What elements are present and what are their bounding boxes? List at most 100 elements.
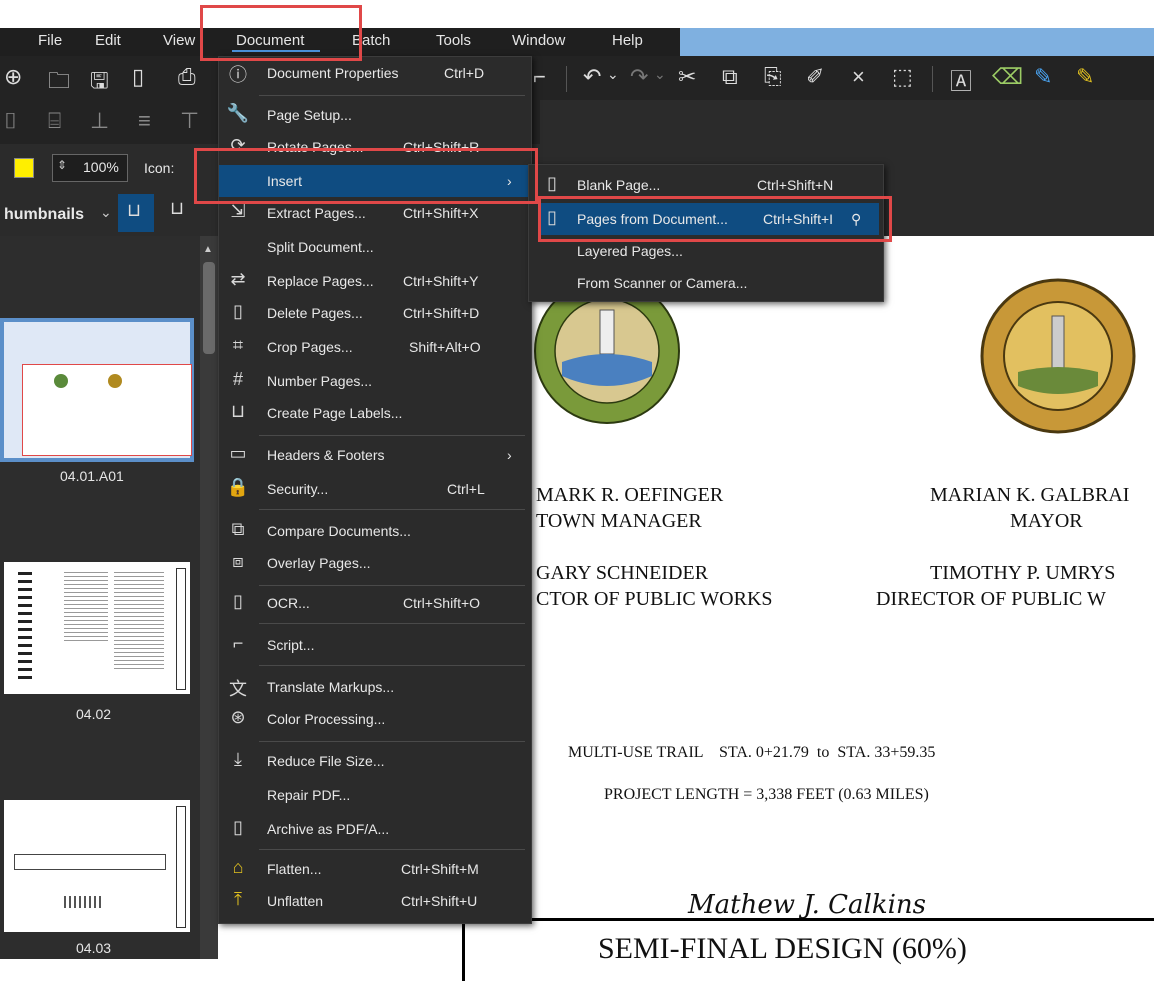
annotation-highlight-document-menu bbox=[200, 5, 362, 61]
menu-item-compare-documents[interactable]: ⧉ Compare Documents... bbox=[219, 515, 531, 547]
thumbnail-page-2[interactable] bbox=[4, 562, 190, 694]
thumbnail-label: 04.02 bbox=[76, 706, 112, 722]
scroll-up-icon[interactable]: ▲ bbox=[203, 244, 213, 255]
menu-item-security[interactable]: 🔒 Security... Ctrl+L bbox=[219, 473, 531, 505]
signer-name: MARIAN K. GALBRAI bbox=[930, 484, 1130, 506]
unflatten-icon: ⤒ bbox=[234, 889, 242, 909]
ocr-icon: ▯ bbox=[233, 591, 243, 611]
menu-item-headers-footers[interactable]: ▭ Headers & Footers › bbox=[219, 439, 531, 471]
redo-icon[interactable]: ↷ bbox=[630, 64, 648, 90]
menu-item-crop-pages[interactable]: ⌗ Crop Pages... Shift+Alt+O bbox=[219, 331, 531, 363]
distribute-icon[interactable]: ⊥ bbox=[90, 108, 109, 134]
thumbnail-content bbox=[64, 896, 104, 908]
menu-separator bbox=[259, 623, 525, 624]
menu-item-page-setup[interactable]: 🔧 Page Setup... bbox=[219, 99, 531, 131]
print-icon[interactable]: ⎙ bbox=[178, 64, 196, 90]
align-icon[interactable]: ≡ bbox=[138, 108, 151, 134]
overlay-icon: ⧈ bbox=[232, 551, 244, 571]
delete-icon[interactable]: × bbox=[852, 64, 865, 90]
page-icon[interactable]: ▯ bbox=[132, 64, 144, 90]
page-thumbnail-icon: ⊔ bbox=[127, 200, 142, 220]
align-top-icon[interactable]: ⊤ bbox=[180, 108, 199, 134]
menu-tools[interactable]: Tools bbox=[436, 32, 471, 49]
page-label-tool-icon[interactable]: ⊔ bbox=[170, 198, 184, 219]
save-icon[interactable]: 🖫 bbox=[90, 64, 109, 102]
cut-icon[interactable]: ✂ bbox=[678, 64, 696, 90]
thumbnail-view-button[interactable]: ⊔ bbox=[118, 194, 154, 232]
copy-icon[interactable]: ⧉ bbox=[722, 64, 738, 90]
chevron-down-icon[interactable]: ⌄ bbox=[607, 66, 619, 83]
menu-edit[interactable]: Edit bbox=[95, 32, 121, 49]
menu-window[interactable]: Window bbox=[512, 32, 565, 49]
menu-item-repair-pdf[interactable]: Repair PDF... bbox=[219, 779, 531, 811]
menu-separator bbox=[259, 509, 525, 510]
panel-title: humbnails bbox=[4, 206, 85, 223]
menu-item-translate-markups[interactable]: 文 Translate Markups... bbox=[219, 671, 531, 703]
pen-icon[interactable]: ✎ bbox=[1034, 64, 1052, 90]
compare-icon: ⧉ bbox=[231, 519, 245, 539]
format-painter-icon[interactable]: ✐ bbox=[806, 64, 824, 90]
chevron-right-icon: › bbox=[507, 447, 512, 463]
open-folder-icon[interactable]: 🗀 bbox=[48, 64, 70, 102]
trail-stations: MULTI-USE TRAIL STA. 0+21.79 to STA. 33+… bbox=[568, 744, 936, 761]
menu-item-ocr[interactable]: ▯ OCR... Ctrl+Shift+O bbox=[219, 587, 531, 619]
menu-item-create-page-labels[interactable]: ⊔ Create Page Labels... bbox=[219, 397, 531, 429]
new-icon[interactable]: ⊕ bbox=[4, 64, 22, 90]
menu-separator bbox=[259, 95, 525, 96]
info-icon: ⓘ bbox=[229, 65, 247, 85]
menu-item-archive-pdfa[interactable]: ▯ Archive as PDF/A... bbox=[219, 813, 531, 845]
eraser-icon[interactable]: ⌫ bbox=[992, 64, 1023, 90]
menu-item-script[interactable]: ⌐ Script... bbox=[219, 629, 531, 661]
scrollbar-thumb[interactable] bbox=[203, 262, 215, 354]
main-toolbar bbox=[0, 56, 1154, 100]
thumbnail-content bbox=[176, 806, 186, 928]
thumbnail-content bbox=[64, 572, 108, 642]
thumbnail-page-3[interactable] bbox=[4, 800, 190, 932]
menu-item-document-properties[interactable]: ⓘ Document Properties Ctrl+D bbox=[219, 57, 531, 89]
menu-item-split-document[interactable]: Split Document... bbox=[219, 231, 531, 263]
signer-title: DIRECTOR OF PUBLIC W bbox=[876, 588, 1106, 610]
reduce-size-icon: ⤓ bbox=[234, 749, 242, 769]
menu-item-color-processing[interactable]: ⊛ Color Processing... bbox=[219, 703, 531, 735]
menu-file[interactable]: File bbox=[38, 32, 62, 49]
stamp-title: SEMI-FINAL DESIGN (60%) bbox=[598, 932, 967, 965]
page-setup-icon: 🔧 bbox=[226, 103, 250, 123]
number-pages-icon: # bbox=[232, 369, 243, 389]
menu-item-number-pages[interactable]: # Number Pages... bbox=[219, 365, 531, 397]
annotation-highlight-pages-from-document bbox=[538, 196, 892, 242]
menu-separator bbox=[259, 435, 525, 436]
signer-title: TOWN MANAGER bbox=[536, 510, 702, 532]
spinner-icon[interactable]: ⇕ bbox=[57, 158, 67, 172]
title-bar-region bbox=[680, 28, 1154, 56]
menu-view[interactable]: View bbox=[163, 32, 195, 49]
menu-item-unflatten[interactable]: ⤒ Unflatten Ctrl+Shift+U bbox=[219, 885, 531, 917]
align-bottom-icon[interactable]: ⌸ bbox=[48, 108, 61, 134]
submenu-item-from-scanner[interactable]: From Scanner or Camera... bbox=[529, 267, 883, 299]
text-box-icon[interactable]: 🄰 bbox=[950, 64, 972, 96]
paste-icon[interactable]: ⎘ bbox=[764, 64, 782, 90]
signer-name: GARY SCHNEIDER bbox=[536, 562, 709, 584]
chevron-down-icon[interactable]: ⌄ bbox=[100, 204, 112, 221]
blank-page-icon: ▯ bbox=[547, 173, 557, 193]
menu-item-delete-pages[interactable]: ▯ Delete Pages... Ctrl+Shift+D bbox=[219, 297, 531, 329]
undo-icon[interactable]: ↶ bbox=[583, 64, 601, 90]
replace-pages-icon: ⇄ bbox=[230, 269, 246, 289]
crop-icon: ⌗ bbox=[232, 335, 244, 355]
menu-item-overlay-pages[interactable]: ⧈ Overlay Pages... bbox=[219, 547, 531, 579]
script-tool-icon[interactable]: ⌐ bbox=[533, 64, 546, 90]
menu-item-flatten[interactable]: ⌂ Flatten... Ctrl+Shift+M bbox=[219, 853, 531, 885]
menu-item-reduce-file-size[interactable]: ⤓ Reduce File Size... bbox=[219, 745, 531, 777]
select-area-icon[interactable]: ⬚ bbox=[892, 64, 913, 90]
thumbnail-label: 04.01.A01 bbox=[60, 468, 124, 484]
color-swatch[interactable] bbox=[14, 158, 34, 178]
thumbnail-page-1[interactable] bbox=[4, 322, 192, 458]
chevron-down-icon[interactable]: ⌄ bbox=[654, 66, 666, 83]
highlighter-icon[interactable]: ✎ bbox=[1076, 64, 1094, 90]
menu-separator bbox=[259, 849, 525, 850]
menu-help[interactable]: Help bbox=[612, 32, 643, 49]
menu-item-replace-pages[interactable]: ⇄ Replace Pages... Ctrl+Shift+Y bbox=[219, 265, 531, 297]
engineer-signature: Mathew J. Calkins bbox=[688, 890, 927, 920]
zoom-field[interactable]: ⇕ 100% bbox=[52, 154, 128, 182]
align-left-icon[interactable]: ⌷ bbox=[4, 108, 17, 134]
icon-label: Icon: bbox=[144, 160, 175, 176]
